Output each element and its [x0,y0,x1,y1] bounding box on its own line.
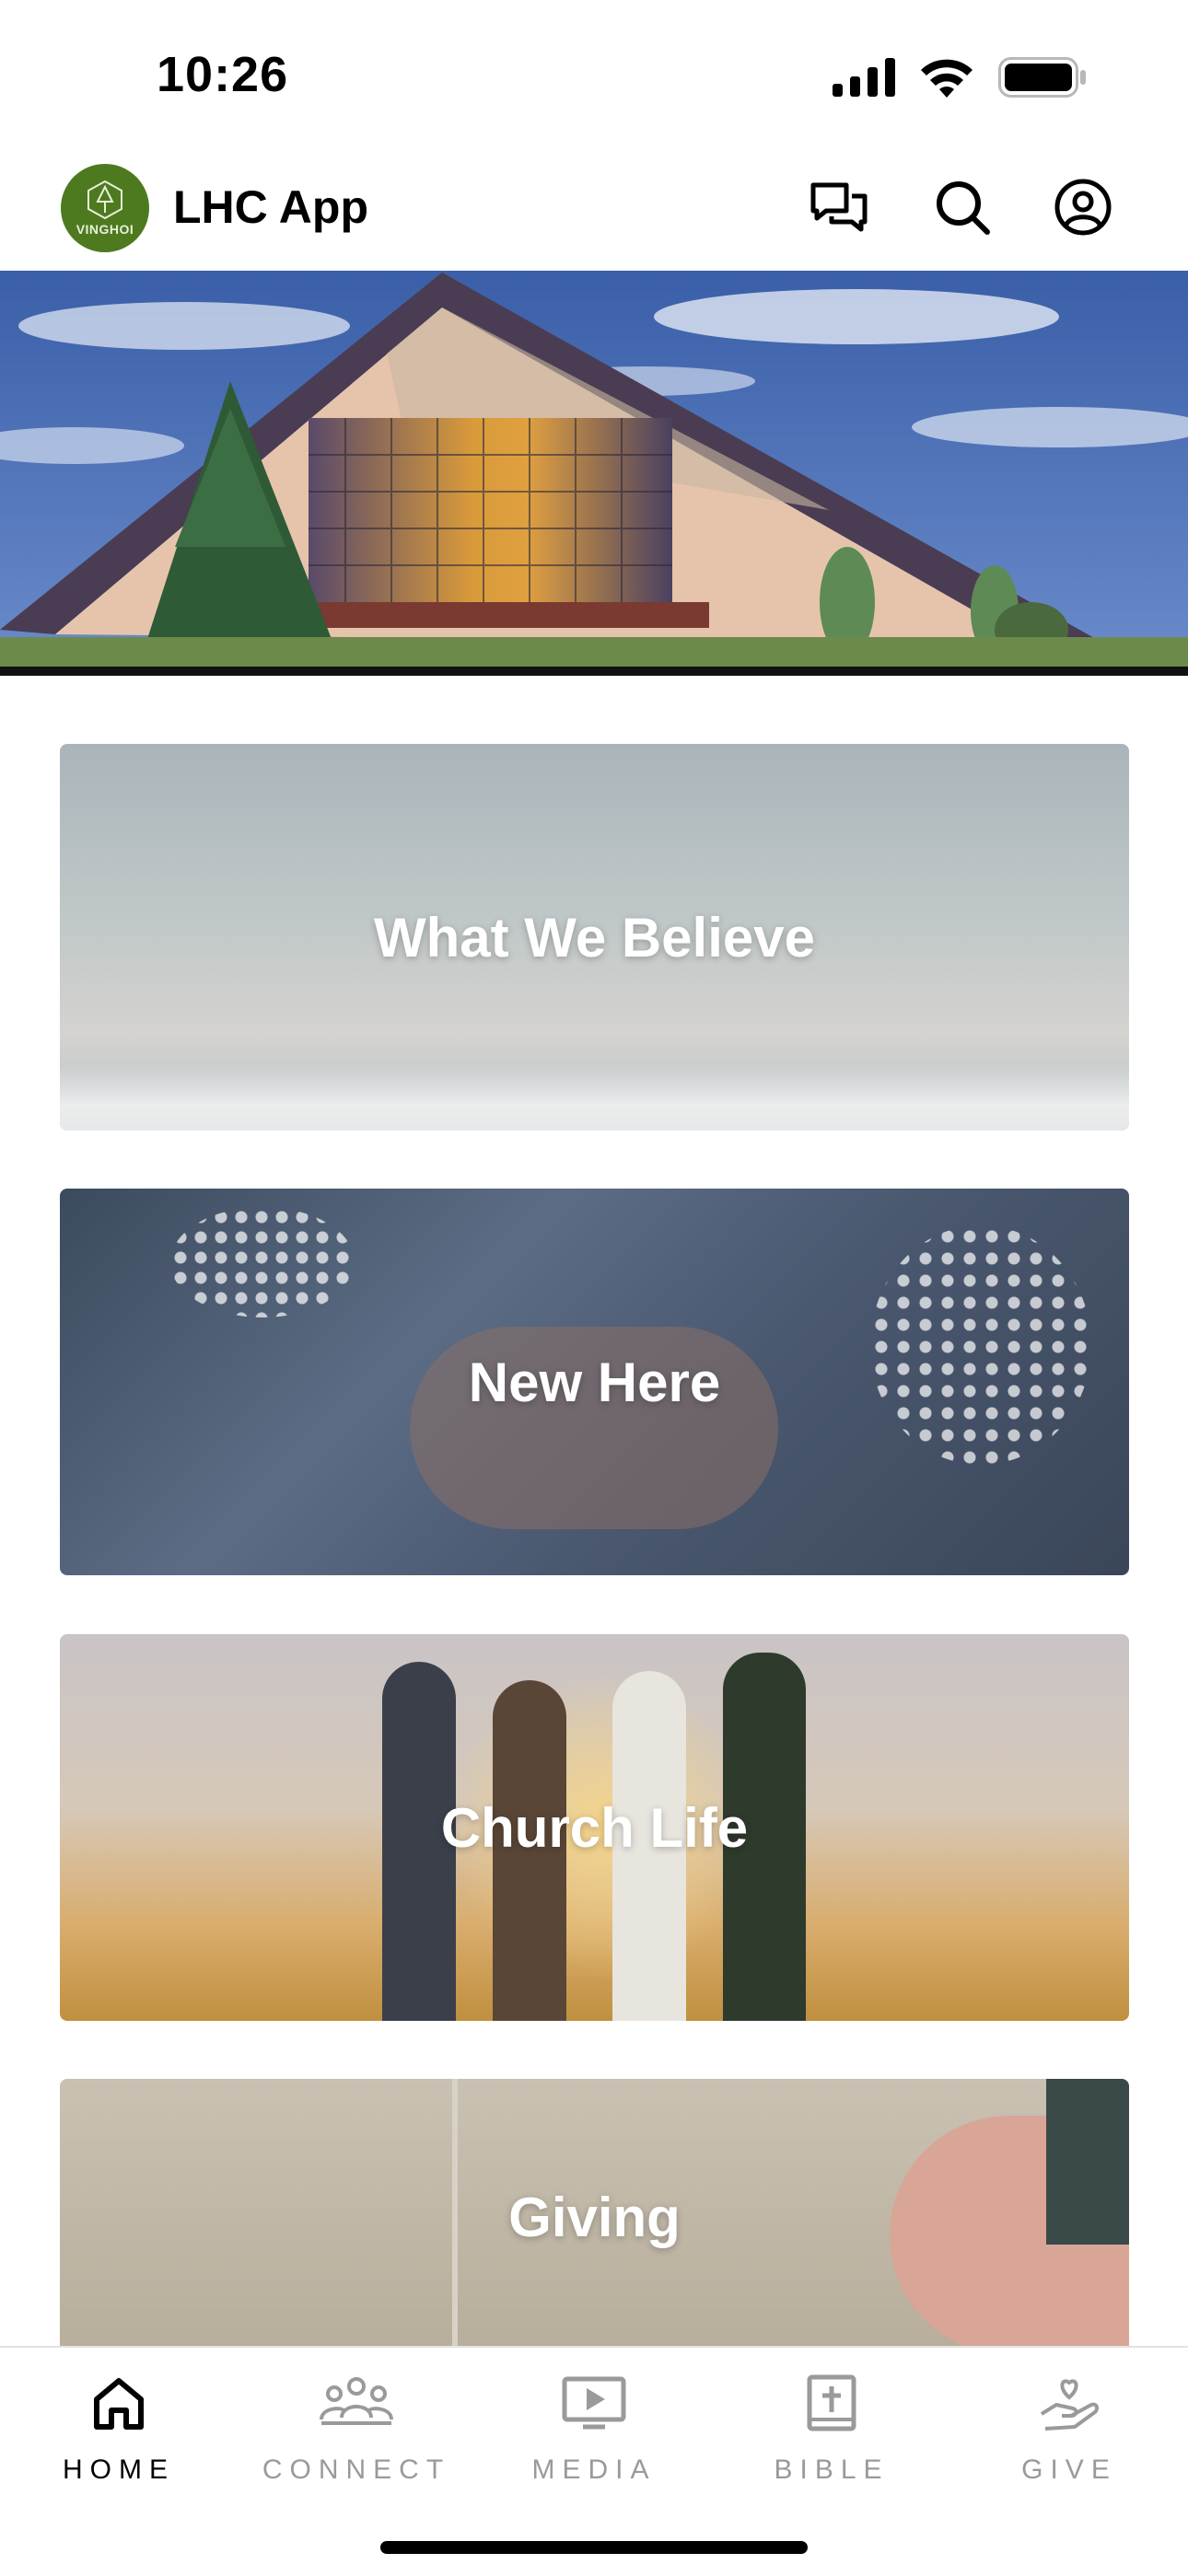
tab-label: MEDIA [531,2454,657,2485]
tab-home[interactable]: HOME [0,2366,238,2495]
tab-label: GIVE [1021,2454,1117,2485]
bible-icon [807,2374,856,2431]
messages-button[interactable] [807,175,871,239]
people-icon [320,2377,393,2425]
tab-label: HOME [63,2454,175,2485]
tab-give[interactable]: GIVE [950,2366,1188,2495]
status-bar: 10:26 [0,0,1188,157]
logo-text: VINGHOI [76,222,134,237]
card-church-life[interactable]: Church Life [60,1634,1129,2021]
card-title: Giving [508,2186,681,2248]
tree-logo-icon [87,180,122,220]
hero-church-image [0,271,1188,685]
hand-heart-icon [1040,2379,1100,2431]
profile-button[interactable] [1051,175,1115,239]
card-new-here[interactable]: New Here [60,1189,1129,1575]
battery-icon [998,57,1086,98]
card-title: What We Believe [373,906,816,969]
play-screen-icon [562,2376,626,2430]
app-logo[interactable]: VINGHOI [61,164,149,252]
search-icon [937,181,990,235]
user-circle-icon [1054,179,1112,236]
app-header: VINGHOI LHC App [0,157,1188,271]
home-icon [94,2378,144,2430]
tab-media[interactable]: MEDIA [475,2366,713,2495]
card-giving[interactable]: Giving [60,2079,1129,2346]
church-illustration [0,271,1188,685]
home-indicator[interactable] [380,2541,808,2554]
search-button[interactable] [930,175,995,239]
card-title: New Here [468,1351,721,1413]
tab-label: CONNECT [262,2454,451,2485]
tab-connect[interactable]: CONNECT [238,2366,475,2495]
wifi-icon [921,59,973,98]
tab-bible[interactable]: BIBLE [713,2366,950,2495]
app-title: LHC App [173,181,368,233]
chat-bubbles-icon [810,182,868,232]
card-what-we-believe[interactable]: What We Believe [60,744,1129,1131]
tab-label: BIBLE [774,2454,890,2485]
status-time: 10:26 [157,47,289,102]
status-icons [833,57,1087,98]
signal-icon [833,58,895,97]
card-title: Church Life [440,1796,749,1859]
